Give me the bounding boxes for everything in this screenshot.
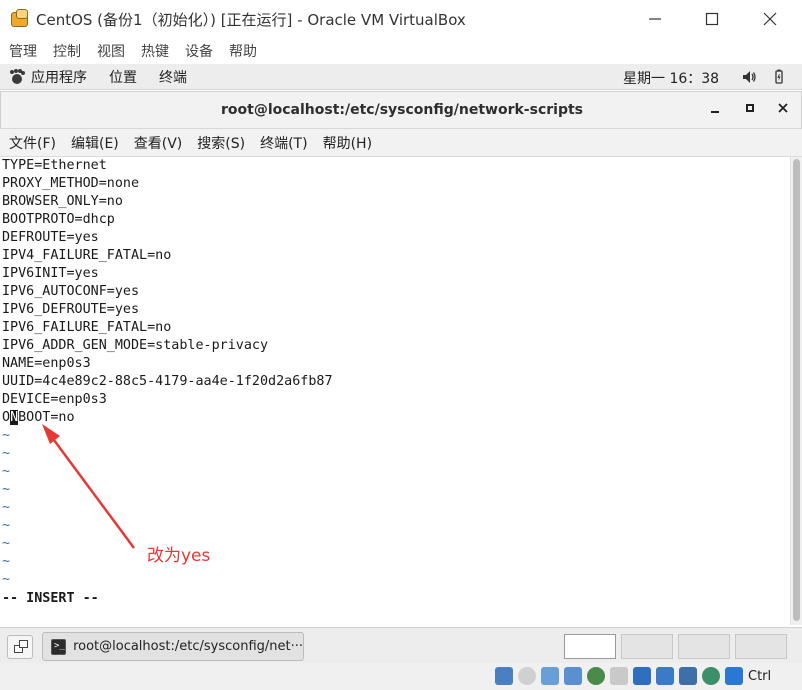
empty-line-tilde: ~ bbox=[2, 482, 11, 497]
config-line: BOOTPROTO=dhcp bbox=[2, 212, 115, 227]
cpu-icon[interactable] bbox=[679, 667, 697, 685]
workspace-2[interactable] bbox=[621, 634, 673, 659]
recording-icon[interactable] bbox=[656, 667, 674, 685]
text-cursor: N bbox=[10, 410, 19, 425]
config-line: DEFROUTE=yes bbox=[2, 230, 99, 245]
gnome-foot-icon bbox=[9, 68, 25, 85]
desktop-window-icon bbox=[19, 640, 28, 648]
terminal-menu-help[interactable]: 帮助(H) bbox=[323, 133, 372, 153]
terminal-menu-search[interactable]: 搜索(S) bbox=[197, 133, 245, 153]
maximize-button[interactable] bbox=[689, 0, 735, 38]
empty-line-tilde: ~ bbox=[2, 500, 11, 515]
config-line: IPV6_AUTOCONF=yes bbox=[2, 284, 140, 299]
close-icon bbox=[778, 103, 788, 113]
vbox-status-bar: Ctrl bbox=[0, 663, 802, 690]
terminal-menu-view[interactable]: 查看(V) bbox=[134, 133, 183, 153]
scrollbar-thumb[interactable] bbox=[793, 159, 800, 621]
terminal-close-button[interactable] bbox=[773, 101, 793, 121]
workspace-3[interactable] bbox=[678, 634, 730, 659]
usb-icon[interactable] bbox=[587, 667, 605, 685]
taskbar-item-label: root@localhost:/etc/sysconfig/net··· bbox=[73, 639, 303, 654]
config-line: IPV4_FAILURE_FATAL=no bbox=[2, 248, 172, 263]
config-line: IPV6_DEFROUTE=yes bbox=[2, 302, 140, 317]
maximize-icon bbox=[746, 104, 754, 112]
clock[interactable]: 星期一 16：38 bbox=[623, 68, 719, 88]
maximize-icon bbox=[705, 12, 719, 26]
host-key-arrow-icon[interactable] bbox=[725, 667, 743, 685]
onboot-rest: BOOT=no bbox=[18, 410, 75, 425]
terminal-title-bar: root@localhost:/etc/sysconfig/network-sc… bbox=[0, 91, 802, 129]
config-line: IPV6INIT=yes bbox=[2, 266, 99, 281]
config-line: BROWSER_ONLY=no bbox=[2, 194, 123, 209]
hard-disk-icon[interactable] bbox=[495, 667, 513, 685]
menu-devices[interactable]: 设备 bbox=[185, 41, 213, 61]
terminal-text-area[interactable]: TYPE=Ethernet PROXY_METHOD=none BROWSER_… bbox=[0, 157, 790, 625]
terminal-maximize-button[interactable] bbox=[740, 101, 760, 121]
power-menu-icon[interactable] bbox=[771, 69, 787, 89]
terminal-menu-terminal[interactable]: 终端(T) bbox=[260, 133, 307, 153]
places-menu[interactable]: 位置 bbox=[109, 67, 137, 87]
terminal-app-menu[interactable]: 终端 bbox=[159, 67, 187, 87]
volume-icon[interactable] bbox=[741, 69, 757, 89]
close-icon bbox=[763, 12, 777, 26]
empty-line-tilde: ~ bbox=[2, 428, 11, 443]
workspace-1[interactable] bbox=[564, 634, 616, 659]
config-line: TYPE=Ethernet bbox=[2, 158, 107, 173]
terminal-minimize-button[interactable] bbox=[705, 101, 725, 121]
empty-line-tilde: ~ bbox=[2, 446, 11, 461]
onboot-line: ONBOOT=no bbox=[2, 409, 75, 427]
close-button[interactable] bbox=[747, 0, 793, 38]
menu-hotkeys[interactable]: 热键 bbox=[141, 41, 169, 61]
virtualbox-app-icon bbox=[10, 9, 30, 29]
annotation-text: 改为yes bbox=[147, 546, 211, 566]
vbox-title-bar: CentOS (备份1（初始化）) [正在运行] - Oracle VM Vir… bbox=[0, 0, 802, 38]
empty-line-tilde: ~ bbox=[2, 572, 11, 587]
terminal-menu-edit[interactable]: 编辑(E) bbox=[71, 133, 119, 153]
empty-line-tilde: ~ bbox=[2, 554, 11, 569]
terminal-icon bbox=[51, 638, 67, 655]
vbox-window-title: CentOS (备份1（初始化）) [正在运行] - Oracle VM Vir… bbox=[36, 10, 466, 29]
terminal-window-title: root@localhost:/etc/sysconfig/network-sc… bbox=[220, 102, 584, 118]
config-line: IPV6_FAILURE_FATAL=no bbox=[2, 320, 172, 335]
menu-view[interactable]: 视图 bbox=[97, 41, 125, 61]
onboot-prefix: O bbox=[2, 410, 11, 425]
empty-line-tilde: ~ bbox=[2, 518, 11, 533]
empty-line-tilde: ~ bbox=[2, 536, 11, 551]
config-line: DEVICE=enp0s3 bbox=[2, 392, 107, 407]
empty-line-tilde: ~ bbox=[2, 464, 11, 479]
gnome-top-panel: 应用程序 位置 终端 星期一 16：38 bbox=[0, 64, 802, 90]
minimize-button[interactable] bbox=[632, 0, 678, 38]
config-line: UUID=4c4e89c2-88c5-4179-aa4e-1f20d2a6fb8… bbox=[2, 374, 333, 389]
network-icon[interactable] bbox=[564, 667, 582, 685]
display-icon[interactable] bbox=[633, 667, 651, 685]
applications-menu[interactable]: 应用程序 bbox=[31, 67, 87, 87]
host-key-label: Ctrl bbox=[748, 669, 772, 684]
menu-help[interactable]: 帮助 bbox=[229, 41, 257, 61]
virtualization-icon[interactable] bbox=[702, 667, 720, 685]
workspace-4[interactable] bbox=[735, 634, 787, 659]
vim-mode-line: -- INSERT -- bbox=[2, 591, 99, 606]
show-desktop-button[interactable] bbox=[7, 635, 33, 659]
menu-control[interactable]: 控制 bbox=[53, 41, 81, 61]
terminal-menubar: 文件(F) 编辑(E) 查看(V) 搜索(S) 终端(T) 帮助(H) bbox=[0, 129, 802, 157]
vbox-menubar: 管理 控制 视图 热键 设备 帮助 bbox=[0, 38, 802, 64]
audio-icon[interactable] bbox=[541, 667, 559, 685]
terminal-menu-file[interactable]: 文件(F) bbox=[9, 133, 56, 153]
optical-drive-icon[interactable] bbox=[518, 667, 536, 685]
terminal-scrollbar[interactable] bbox=[790, 157, 802, 625]
gnome-bottom-panel: root@localhost:/etc/sysconfig/net··· bbox=[0, 627, 802, 663]
minimize-icon bbox=[711, 111, 719, 113]
config-line: PROXY_METHOD=none bbox=[2, 176, 140, 191]
taskbar-terminal-item[interactable]: root@localhost:/etc/sysconfig/net··· bbox=[42, 632, 304, 661]
minimize-icon bbox=[649, 18, 661, 20]
shared-folders-icon[interactable] bbox=[610, 667, 628, 685]
menu-manage[interactable]: 管理 bbox=[9, 41, 37, 61]
config-line: IPV6_ADDR_GEN_MODE=stable-privacy bbox=[2, 338, 269, 353]
config-line: NAME=enp0s3 bbox=[2, 356, 91, 371]
